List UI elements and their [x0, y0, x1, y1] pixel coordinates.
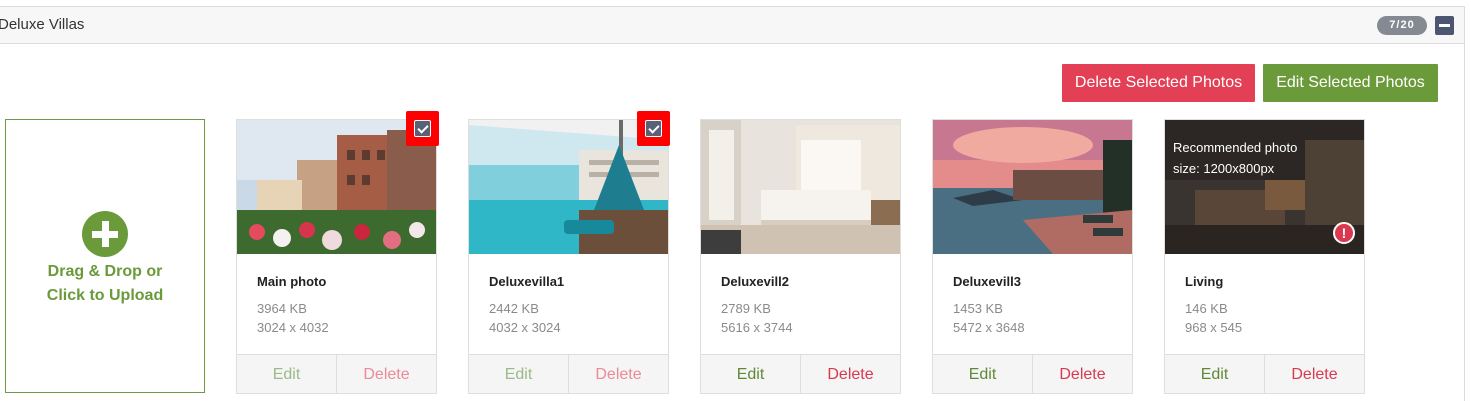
upload-label: Drag & Drop or Click to Upload	[6, 260, 204, 308]
photo-dimensions: 968 x 545	[1185, 320, 1243, 335]
photo-size: 2789 KB	[721, 301, 771, 316]
select-checkbox[interactable]	[637, 111, 670, 146]
photo-thumbnail[interactable]	[933, 120, 1132, 254]
recommended-line2: size: 1200x800px	[1173, 161, 1275, 176]
panel-border	[1464, 44, 1465, 401]
photo-card: Deluxevill2 2789 KB 5616 x 3744 Edit Del…	[700, 119, 901, 394]
photo-actions: Edit Delete	[469, 354, 668, 394]
photo-thumbnail[interactable]	[701, 120, 900, 254]
photo-name: Deluxevill3	[953, 274, 1021, 289]
photo-size: 2442 KB	[489, 301, 539, 316]
photo-card: Deluxevilla1 2442 KB 4032 x 3024 Edit De…	[468, 111, 670, 394]
edit-selected-button[interactable]: Edit Selected Photos	[1263, 64, 1438, 102]
photo-name: Deluxevilla1	[489, 274, 565, 289]
upload-label-line2: Click to Upload	[46, 287, 164, 304]
checkmark-icon	[645, 120, 662, 137]
section-title: Deluxe Villas	[0, 16, 85, 33]
edit-photo-button[interactable]: Edit	[933, 355, 1033, 394]
photo-thumbnail[interactable]: Recommended photo size: 1200x800px !	[1165, 120, 1364, 254]
photo-dimensions: 4032 x 3024	[489, 320, 561, 335]
edit-photo-button[interactable]: Edit	[237, 355, 337, 394]
photo-actions: Edit Delete	[933, 354, 1132, 394]
photo-name: Living	[1185, 274, 1224, 289]
delete-photo-button[interactable]: Delete	[1265, 355, 1364, 394]
upload-label-line1: Drag & Drop or	[47, 263, 163, 280]
photo-actions: Edit Delete	[237, 354, 436, 394]
photo-card: Recommended photo size: 1200x800px ! Liv…	[1164, 119, 1365, 394]
photo-count-badge: 7/20	[1377, 16, 1427, 35]
delete-selected-button[interactable]: Delete Selected Photos	[1062, 64, 1255, 102]
collapse-icon[interactable]	[1435, 16, 1454, 35]
delete-photo-button[interactable]: Delete	[337, 355, 436, 394]
delete-photo-button[interactable]: Delete	[801, 355, 900, 394]
photo-dimensions: 3024 x 4032	[257, 320, 329, 335]
recommended-line1: Recommended photo	[1173, 140, 1298, 155]
checkmark-icon	[414, 120, 431, 137]
photo-card: Deluxevill3 1453 KB 5472 x 3648 Edit Del…	[932, 119, 1133, 394]
photo-name: Main photo	[257, 274, 327, 289]
recommended-size-note: Recommended photo size: 1200x800px	[1173, 137, 1343, 179]
photo-size: 3964 KB	[257, 301, 307, 316]
photo-dimensions: 5616 x 3744	[721, 320, 793, 335]
edit-photo-button[interactable]: Edit	[701, 355, 801, 394]
delete-photo-button[interactable]: Delete	[569, 355, 668, 394]
delete-photo-button[interactable]: Delete	[1033, 355, 1132, 394]
warning-icon[interactable]: !	[1333, 222, 1355, 244]
photo-size: 146 KB	[1185, 301, 1228, 316]
upload-dropzone[interactable]: Drag & Drop or Click to Upload	[5, 119, 205, 393]
edit-photo-button[interactable]: Edit	[1165, 355, 1265, 394]
section-header: Deluxe Villas 7/20	[0, 6, 1465, 44]
photo-actions: Edit Delete	[701, 354, 900, 394]
photo-size: 1453 KB	[953, 301, 1003, 316]
select-checkbox[interactable]	[406, 111, 439, 146]
photo-dimensions: 5472 x 3648	[953, 320, 1025, 335]
photo-actions: Edit Delete	[1165, 354, 1364, 394]
photo-card: Main photo 3964 KB 3024 x 4032 Edit Dele…	[236, 111, 439, 394]
edit-photo-button[interactable]: Edit	[469, 355, 569, 394]
plus-circle-icon	[82, 211, 128, 257]
photo-name: Deluxevill2	[721, 274, 789, 289]
